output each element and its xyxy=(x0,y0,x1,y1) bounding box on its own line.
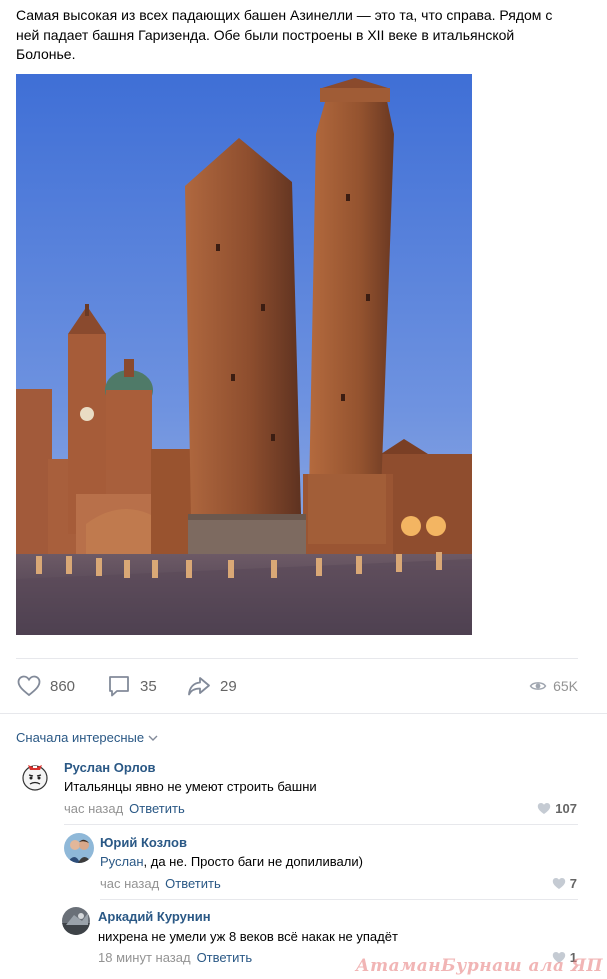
comment-text: Руслан, да не. Просто баги не допиливали… xyxy=(100,854,363,869)
post-actions-bar: 860 35 29 65K xyxy=(16,672,578,700)
share-arrow-icon xyxy=(186,673,212,699)
reply-button[interactable]: Ответить xyxy=(165,876,221,891)
heart-icon xyxy=(552,878,565,889)
comment-bubble-icon xyxy=(106,673,132,699)
comment-text: Итальянцы явно не умеют строить башни xyxy=(64,779,317,794)
reply-button[interactable]: Ответить xyxy=(129,801,185,816)
comment-count: 35 xyxy=(140,677,157,695)
like-button[interactable]: 860 xyxy=(16,672,75,700)
rage-face-avatar-icon xyxy=(20,761,50,793)
share-button[interactable]: 29 xyxy=(186,672,237,700)
chevron-down-icon xyxy=(148,735,158,741)
post-text: Самая высокая из всех падающих башен Ази… xyxy=(16,7,553,62)
comment-button[interactable]: 35 xyxy=(106,672,157,700)
comment-text-body: , да не. Просто баги не допиливали) xyxy=(143,854,363,869)
views-count: 65K xyxy=(553,678,578,694)
comment-time[interactable]: час назад xyxy=(64,801,123,816)
comment-like-count: 107 xyxy=(555,801,577,816)
mention-link[interactable]: Руслан xyxy=(100,854,144,869)
post-photo[interactable] xyxy=(16,74,472,635)
comment-time[interactable]: 18 минут назад xyxy=(98,950,191,965)
comment-text: нихрена не умели уж 8 веков всё накак не… xyxy=(98,929,398,944)
avatar[interactable] xyxy=(20,761,50,793)
comment-time[interactable]: час назад xyxy=(100,876,159,891)
comment-like-button[interactable]: 7 xyxy=(552,876,577,891)
share-count: 29 xyxy=(220,677,237,695)
comment-divider xyxy=(64,824,578,825)
comment-like-count: 7 xyxy=(569,876,577,891)
comments-sort-toggle[interactable]: Сначала интересные xyxy=(16,730,158,745)
comment-author[interactable]: Юрий Козлов xyxy=(100,835,187,850)
avatar[interactable] xyxy=(64,833,94,863)
eye-icon xyxy=(529,677,547,695)
like-count: 860 xyxy=(50,677,76,695)
comment-like-button[interactable]: 107 xyxy=(537,801,577,816)
reply-button[interactable]: Ответить xyxy=(197,950,253,965)
towers-photo-illustration xyxy=(16,74,472,635)
heart-icon xyxy=(538,803,551,814)
comment-meta: 18 минут назад Ответить xyxy=(98,950,252,965)
comment-divider xyxy=(100,899,578,900)
comments-sort-label: Сначала интересные xyxy=(16,730,145,745)
heart-icon xyxy=(16,673,42,699)
user-photo-avatar-icon xyxy=(62,907,90,935)
comment-author[interactable]: Руслан Орлов xyxy=(64,760,156,775)
actions-divider-bottom xyxy=(0,713,607,714)
views-counter: 65K xyxy=(529,672,578,700)
watermark: АтаманБурнаш ала ЯП xyxy=(355,956,603,976)
comment-author[interactable]: Аркадий Курунин xyxy=(98,909,211,924)
actions-divider-top xyxy=(16,658,578,659)
comment-meta: час назад Ответить xyxy=(64,801,185,816)
avatar[interactable] xyxy=(62,907,90,935)
comment-meta: час назад Ответить xyxy=(100,876,221,891)
user-photo-avatar-icon xyxy=(64,833,94,863)
